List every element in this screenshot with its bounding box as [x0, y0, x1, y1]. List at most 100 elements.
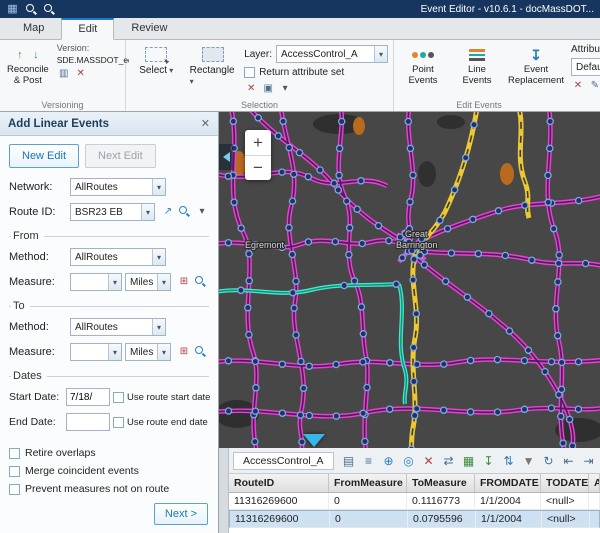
event-point-marker[interactable] [289, 251, 295, 257]
event-point-marker[interactable] [354, 206, 360, 212]
event-point-marker[interactable] [421, 262, 427, 268]
show-selected-records-icon[interactable]: ▤ [340, 452, 358, 470]
event-point-marker[interactable] [317, 167, 323, 173]
table-tab-accesscontrol[interactable]: AccessControl_A [233, 452, 334, 470]
network-select[interactable]: AllRoutes [70, 178, 166, 196]
event-point-marker[interactable] [445, 226, 451, 232]
event-point-marker[interactable] [567, 416, 573, 422]
app-grid-icon[interactable]: ▦ [6, 3, 19, 16]
event-point-marker[interactable] [529, 257, 535, 263]
event-point-marker[interactable] [464, 294, 470, 300]
event-point-marker[interactable] [231, 199, 237, 205]
event-point-marker[interactable] [360, 331, 366, 337]
next-button[interactable]: Next > [154, 503, 208, 525]
from-unit-select[interactable]: Miles [125, 273, 171, 291]
event-point-marker[interactable] [393, 281, 399, 287]
event-point-marker[interactable] [279, 361, 285, 367]
event-point-marker[interactable] [245, 305, 251, 311]
event-point-marker[interactable] [364, 384, 370, 390]
event-point-marker[interactable] [246, 251, 252, 257]
event-point-marker[interactable] [386, 238, 392, 244]
column-header-ac[interactable]: AC [589, 474, 600, 492]
event-point-marker[interactable] [360, 410, 366, 416]
event-point-marker[interactable] [475, 251, 481, 257]
to-method-select[interactable]: AllRoutes [70, 318, 166, 336]
column-header-fromdate[interactable]: FROMDATE [475, 474, 541, 492]
event-point-marker[interactable] [286, 225, 292, 231]
to-unit-select[interactable]: Miles [125, 343, 171, 361]
zoom-in-button[interactable]: + [245, 130, 271, 155]
event-point-marker[interactable] [238, 225, 244, 231]
event-point-marker[interactable] [495, 208, 501, 214]
event-point-marker[interactable] [333, 413, 339, 419]
event-point-marker[interactable] [238, 287, 244, 293]
event-point-marker[interactable] [551, 226, 557, 232]
event-point-marker[interactable] [301, 385, 307, 391]
refresh-table-icon[interactable]: ↻ [540, 452, 558, 470]
from-measure-select[interactable] [70, 273, 122, 291]
event-point-marker[interactable] [575, 359, 581, 365]
event-point-marker[interactable] [339, 118, 345, 124]
event-point-marker[interactable] [246, 278, 252, 284]
zoom-to-selected-icon[interactable]: ⊕ [380, 452, 398, 470]
tab-map[interactable]: Map [6, 18, 61, 39]
event-point-marker[interactable] [575, 406, 581, 412]
clear-table-selection-icon[interactable]: ✕ [420, 452, 438, 470]
event-point-marker[interactable] [291, 171, 297, 177]
event-point-marker[interactable] [494, 357, 500, 363]
route-id-select[interactable]: BSR23 EB [70, 203, 155, 221]
tab-review[interactable]: Review [114, 18, 184, 39]
event-point-marker[interactable] [407, 145, 413, 151]
event-point-marker[interactable] [341, 282, 347, 288]
event-point-marker[interactable] [358, 178, 364, 184]
event-point-marker[interactable] [452, 187, 458, 193]
prevent-measures-checkbox[interactable] [9, 484, 20, 495]
event-point-marker[interactable] [293, 332, 299, 338]
point-events-button[interactable]: Point Events [399, 43, 447, 90]
event-point-marker[interactable] [558, 413, 564, 419]
event-point-marker[interactable] [375, 223, 381, 229]
reconcile-post-button[interactable]: ↑↓ Reconcile & Post [5, 43, 51, 90]
event-point-marker[interactable] [252, 439, 258, 445]
event-point-marker[interactable] [555, 279, 561, 285]
post-changes-icon[interactable]: ↑ [12, 47, 28, 63]
event-point-marker[interactable] [305, 174, 311, 180]
map-canvas[interactable]: Egremont Great Barrington + − [219, 112, 600, 448]
event-point-marker[interactable] [286, 145, 292, 151]
retire-overlaps-checkbox[interactable] [9, 448, 20, 459]
event-point-marker[interactable] [559, 359, 565, 365]
return-attribute-set-checkbox[interactable] [244, 67, 255, 78]
event-point-marker[interactable] [337, 145, 343, 151]
attribute-list-icon[interactable]: ≡ [360, 452, 378, 470]
collapse-left-panel-button[interactable] [219, 144, 233, 170]
event-point-marker[interactable] [522, 202, 528, 208]
event-point-marker[interactable] [470, 216, 476, 222]
event-point-marker[interactable] [547, 145, 553, 151]
use-route-end-date-checkbox[interactable] [113, 417, 124, 428]
event-point-marker[interactable] [255, 115, 261, 121]
event-point-marker[interactable] [252, 358, 258, 364]
switch-selection-icon[interactable]: ⇄ [440, 452, 458, 470]
event-point-marker[interactable] [225, 173, 231, 179]
event-point-marker[interactable] [548, 405, 554, 411]
event-point-marker[interactable] [495, 409, 501, 415]
event-point-marker[interactable] [412, 412, 418, 418]
event-point-marker[interactable] [306, 363, 312, 369]
zoom-out-button[interactable]: − [245, 155, 271, 180]
event-point-marker[interactable] [417, 252, 423, 258]
event-point-marker[interactable] [225, 408, 231, 414]
event-point-marker[interactable] [280, 118, 286, 124]
event-point-marker[interactable] [253, 385, 259, 391]
event-point-marker[interactable] [387, 406, 393, 412]
event-point-marker[interactable] [411, 256, 417, 262]
event-point-marker[interactable] [399, 255, 405, 261]
event-point-marker[interactable] [387, 360, 393, 366]
event-replacement-button[interactable]: ↧ Event Replacement [507, 43, 565, 90]
event-point-marker[interactable] [289, 198, 295, 204]
selection-options-caret-icon[interactable]: ▾ [278, 82, 292, 96]
event-point-marker[interactable] [443, 278, 449, 284]
edit-attribute-set-icon[interactable]: ✎ [588, 79, 600, 93]
event-point-marker[interactable] [252, 408, 258, 414]
event-point-marker[interactable] [486, 311, 492, 317]
event-point-marker[interactable] [555, 333, 561, 339]
